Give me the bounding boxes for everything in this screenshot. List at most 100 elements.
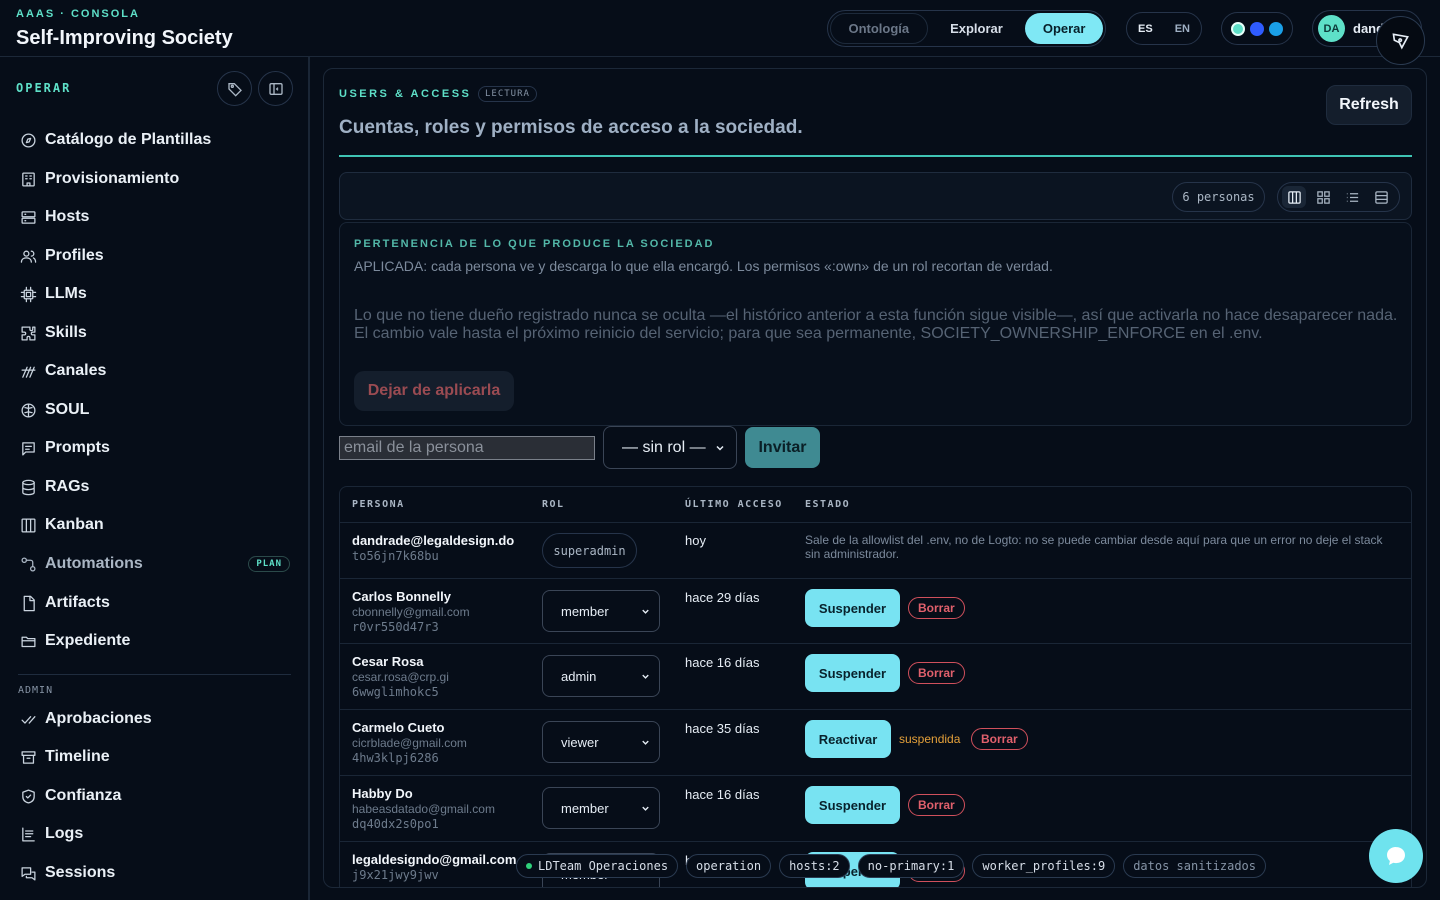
status-dot: [526, 863, 532, 869]
person-email: cbonnelly@gmail.com: [352, 605, 470, 619]
view-table-button[interactable]: [1369, 186, 1393, 208]
invite-email-input[interactable]: [339, 436, 595, 460]
suspender-button[interactable]: Suspender: [805, 589, 900, 627]
sidebar-divider: [18, 674, 291, 675]
role-select-value: viewer: [561, 734, 599, 750]
avatar: DA: [1318, 15, 1345, 42]
compass-icon: [21, 132, 36, 148]
suspender-button[interactable]: Suspender: [805, 786, 900, 824]
sidebar-item-label: Profiles: [45, 247, 104, 264]
col-header-estado: ESTADO: [805, 499, 851, 510]
mode-operar[interactable]: Operar: [1025, 13, 1103, 44]
sidebar-item-confianza[interactable]: Confianza: [20, 783, 290, 809]
sidebar-item-label: Automations: [45, 555, 143, 572]
sidebar-item-profiles[interactable]: Profiles: [20, 243, 290, 269]
sidebar-item-label: Catálogo de Plantillas: [45, 131, 212, 148]
mode-switch: Ontología Explorar Operar: [827, 10, 1106, 47]
sidebar-item-artifacts[interactable]: Artifacts: [20, 590, 290, 616]
sidebar-item-soul[interactable]: SOUL: [20, 397, 290, 423]
columns-icon: [1287, 190, 1301, 204]
archive-icon: [21, 750, 36, 764]
role-select[interactable]: member: [542, 787, 660, 829]
users-access-panel: USERS & ACCESS LECTURA Cuentas, roles y …: [323, 68, 1427, 888]
sidebar-item-automations[interactable]: Automations PLAN: [20, 551, 290, 577]
person-name: legaldesigndo@gmail.com: [352, 852, 517, 867]
table-row: Habby Do habeasdatado@gmail.com dq40dx2s0p…: [340, 776, 1411, 842]
role-select[interactable]: viewer: [542, 721, 660, 763]
list-icon: [1346, 192, 1358, 202]
lang-es[interactable]: ES: [1138, 23, 1153, 35]
view-list-button[interactable]: [1340, 186, 1364, 208]
flow-icon: [21, 556, 36, 572]
pen-tool-icon: [1392, 32, 1409, 49]
table-toolbar: 6 personas: [339, 172, 1412, 220]
refresh-button[interactable]: Refresh: [1326, 85, 1412, 125]
reactivar-button[interactable]: Reactivar: [805, 720, 891, 758]
lang-en[interactable]: EN: [1175, 23, 1190, 35]
mode-ontologia[interactable]: Ontología: [830, 13, 928, 44]
sidebar-heading: OPERAR: [16, 81, 72, 95]
last-access: hace 16 días: [685, 787, 760, 802]
admin-heading: ADMIN: [18, 685, 54, 696]
chip-label: LDTeam Operaciones: [538, 859, 669, 873]
context-chip-no-primary: no-primary:1: [857, 854, 965, 878]
theme-blue[interactable]: [1250, 21, 1264, 36]
sidebar-item-provisionamiento[interactable]: Provisionamiento: [20, 166, 290, 192]
stop-enforcing-button[interactable]: Dejar de aplicarla: [354, 371, 514, 411]
collapse-sidebar-button[interactable]: [258, 71, 293, 106]
tag-button[interactable]: [217, 71, 252, 106]
delete-button[interactable]: Borrar: [971, 728, 1028, 750]
sidebar-item-label: Aprobaciones: [45, 710, 152, 727]
invite-button[interactable]: Invitar: [745, 427, 820, 468]
users-icon: [20, 250, 37, 263]
context-chip-team: LDTeam Operaciones: [516, 854, 679, 878]
view-columns-button[interactable]: [1282, 186, 1306, 208]
delete-button[interactable]: Borrar: [908, 794, 965, 816]
sidebar-item-kanban[interactable]: Kanban: [20, 512, 290, 538]
table-icon: [1374, 190, 1388, 204]
sidebar-item-label: Sessions: [45, 864, 116, 881]
person-name: Cesar Rosa: [352, 654, 424, 669]
logs-icon: [22, 826, 35, 842]
notice-description: Lo que no tiene dueño registrado nunca s…: [354, 307, 1398, 342]
mode-explorar[interactable]: Explorar: [930, 13, 1024, 44]
sidebar-item-canales[interactable]: Canales: [20, 358, 290, 384]
person-id: 6wwglimhokc5: [352, 685, 439, 699]
sidebar-item-skills[interactable]: Skills: [20, 320, 290, 346]
role-select[interactable]: member: [542, 590, 660, 632]
context-chip-mode: operation: [686, 854, 772, 878]
view-grid-button[interactable]: [1311, 186, 1335, 208]
status-note: Sale de la allowlist del .env, no de Log…: [805, 533, 1383, 561]
section-rule: [339, 155, 1412, 157]
sidebar-item-label: RAGs: [45, 478, 90, 495]
app-title: Self-Improving Society: [16, 27, 233, 49]
chat-button[interactable]: [1369, 829, 1423, 883]
sidebar-item-prompts[interactable]: Prompts: [20, 435, 290, 461]
theme-teal[interactable]: [1231, 21, 1245, 36]
sidebar-item-label: Logs: [45, 825, 84, 842]
sidebar-item-rags[interactable]: RAGs: [20, 474, 290, 500]
sidebar-item-expediente[interactable]: Expediente: [20, 628, 290, 654]
sidebar-item-aprobaciones[interactable]: Aprobaciones: [20, 706, 290, 732]
language-switch: ES EN: [1126, 12, 1202, 45]
last-access: hace 35 días: [685, 721, 760, 736]
sidebar-item-catalogo-de-plantillas[interactable]: Catálogo de Plantillas: [20, 127, 290, 153]
suspender-button[interactable]: Suspender: [805, 654, 900, 692]
sidebar-item-sessions[interactable]: Sessions: [20, 860, 290, 886]
sidebar-item-timeline[interactable]: Timeline: [20, 744, 290, 770]
person-email: cesar.rosa@crp.gi: [352, 670, 449, 684]
sidebar-item-logs[interactable]: Logs: [20, 821, 290, 847]
last-access: hoy: [685, 533, 706, 548]
person-id: 4hw3klpj6286: [352, 751, 439, 765]
delete-button[interactable]: Borrar: [908, 597, 965, 619]
delete-button[interactable]: Borrar: [908, 662, 965, 684]
annotate-button[interactable]: [1376, 16, 1425, 65]
sidebar-item-hosts[interactable]: Hosts: [20, 204, 290, 230]
last-access: hace 16 días: [685, 655, 760, 670]
theme-sky[interactable]: [1269, 21, 1283, 36]
theme-switch: [1221, 12, 1293, 45]
invite-role-select[interactable]: — sin rol —: [603, 426, 737, 469]
tag-icon: [227, 82, 242, 97]
sidebar-item-llms[interactable]: LLMs: [20, 281, 290, 307]
role-select[interactable]: admin: [542, 655, 660, 697]
